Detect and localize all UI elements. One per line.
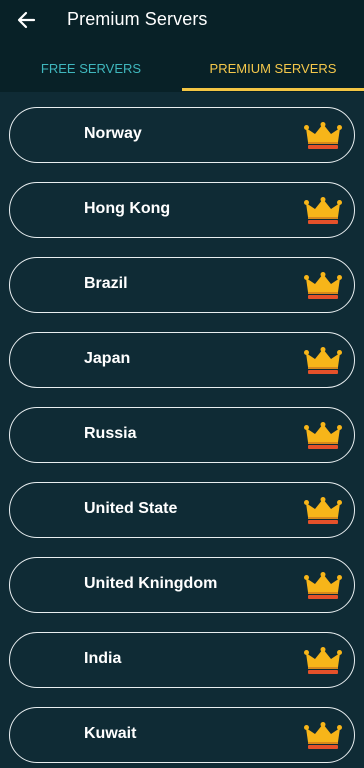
crown-icon [304,197,342,225]
server-name: Japan [84,350,131,367]
server-name: Russia [84,425,137,442]
server-name: India [84,650,122,667]
crown-icon [304,572,342,600]
page-title: Premium Servers [67,9,208,29]
server-name: United State [84,500,178,517]
arrow-left-icon[interactable] [14,8,40,32]
server-row[interactable]: United Kningdom [9,557,355,613]
tab-bar: FREE SERVERS PREMIUM SERVERS [0,44,364,92]
server-row[interactable]: Hong Kong [9,182,355,238]
server-row[interactable]: Japan [9,332,355,388]
crown-icon [304,272,342,300]
tab-premium-servers[interactable]: PREMIUM SERVERS [182,44,364,92]
crown-icon [304,722,342,750]
server-row[interactable]: Norway [9,107,355,163]
crown-icon [304,647,342,675]
crown-icon [304,122,342,150]
server-name: United Kningdom [84,575,218,592]
active-tab-indicator [182,88,364,91]
crown-icon [304,422,342,450]
server-row[interactable]: Brazil [9,257,355,313]
tab-free-servers[interactable]: FREE SERVERS [0,44,182,92]
server-row[interactable]: Russia [9,407,355,463]
server-row[interactable]: India [9,632,355,688]
server-row[interactable]: Kuwait [9,707,355,763]
server-row[interactable]: United State [9,482,355,538]
server-name: Kuwait [84,725,137,742]
crown-icon [304,497,342,525]
server-name: Hong Kong [84,200,171,217]
crown-icon [304,347,342,375]
server-name: Brazil [84,275,128,292]
app-bar: Premium Servers [0,0,364,44]
server-name: Norway [84,125,142,142]
